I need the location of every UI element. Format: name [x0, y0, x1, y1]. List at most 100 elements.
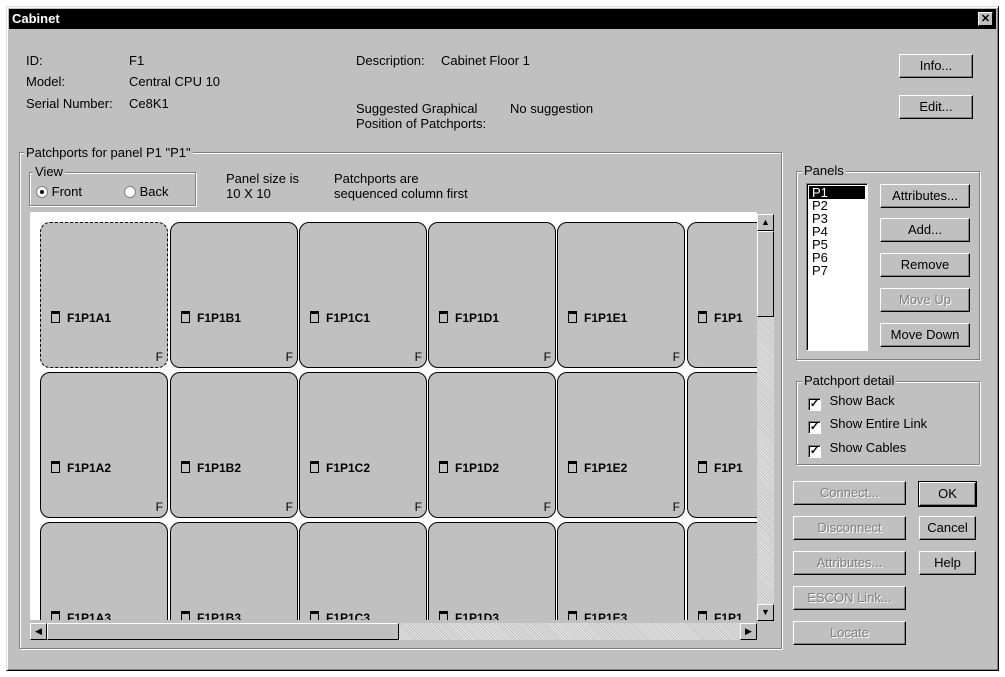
info-button-label: Info... — [919, 58, 953, 73]
panel-attributes-button[interactable]: Attributes... — [880, 184, 970, 208]
patchport-cell[interactable]: F1P1C3 — [299, 522, 427, 620]
panel-move-up-label: Move Up — [898, 292, 952, 307]
patchport-cell[interactable]: F1P1C2 F — [299, 372, 427, 518]
sequence-text-line2: sequenced column first — [334, 186, 468, 201]
patchport-cell[interactable]: F1P1A1 F — [40, 222, 168, 368]
patchport-icon — [439, 461, 448, 473]
scroll-up-icon[interactable]: ▲ — [757, 214, 774, 231]
front-flag: F — [285, 500, 293, 514]
scroll-left-icon[interactable]: ◀ — [30, 623, 47, 640]
patchport-icon — [698, 311, 707, 323]
panel-move-down-button[interactable]: Move Down — [880, 323, 970, 347]
patchport-label: F1P1E1 — [568, 311, 627, 325]
patchport-label: F1P1B3 — [181, 611, 241, 620]
scroll-right-icon[interactable]: ▶ — [740, 623, 757, 640]
patchport-cell[interactable]: F1P1E1 F — [557, 222, 685, 368]
horizontal-scroll-thumb[interactable] — [47, 623, 399, 640]
close-icon: ✕ — [980, 13, 991, 25]
view-front-label: Front — [51, 184, 82, 199]
disconnect-button[interactable]: Disconnect — [793, 516, 906, 540]
show-entire-link-checkbox[interactable]: ✓ Show Entire Link — [808, 416, 927, 434]
escon-link-button[interactable]: ESCON Link... — [793, 586, 906, 610]
window-title: Cabinet — [12, 11, 60, 26]
patchport-icon — [51, 311, 60, 323]
panel-size-text-line2: 10 X 10 — [226, 186, 271, 201]
cancel-button[interactable]: Cancel — [919, 516, 976, 540]
patchport-cell[interactable]: F1P1 — [687, 222, 757, 368]
patchport-cell[interactable]: F1P1D1 F — [428, 222, 556, 368]
attributes-button[interactable]: Attributes... — [793, 551, 906, 575]
vertical-scrollbar[interactable]: ▲ ▼ — [757, 214, 774, 621]
edit-button-label: Edit... — [919, 99, 953, 114]
panel-attributes-label: Attributes... — [892, 188, 958, 203]
suggested-position-value: No suggestion — [510, 101, 594, 116]
ok-button[interactable]: OK — [918, 481, 977, 507]
patchport-cell[interactable]: F1P1 — [687, 522, 757, 620]
front-flag: F — [414, 350, 422, 364]
title-bar[interactable]: Cabinet ✕ — [9, 9, 996, 29]
vertical-scroll-thumb[interactable] — [757, 231, 774, 317]
locate-button[interactable]: Locate — [793, 621, 906, 645]
suggested-position-label-line1: Suggested Graphical — [356, 101, 478, 116]
patchport-label: F1P1 — [698, 461, 743, 475]
panel-remove-button[interactable]: Remove — [880, 253, 970, 277]
patchport-icon — [568, 611, 577, 620]
patchport-cell[interactable]: F1P1C1 F — [299, 222, 427, 368]
description-value: Cabinet Floor 1 — [441, 53, 530, 68]
scroll-down-icon[interactable]: ▼ — [757, 604, 774, 621]
patchport-cell[interactable]: F1P1D2 F — [428, 372, 556, 518]
patchport-icon — [439, 311, 448, 323]
front-flag: F — [414, 500, 422, 514]
locate-label: Locate — [829, 625, 870, 640]
patchport-cell[interactable]: F1P1E3 — [557, 522, 685, 620]
patchport-icon — [181, 461, 190, 473]
patchport-cell[interactable]: F1P1 — [687, 372, 757, 518]
patchport-icon — [181, 611, 190, 620]
panel-remove-label: Remove — [900, 257, 950, 272]
connect-button[interactable]: Connect... — [793, 481, 906, 505]
view-back-radio[interactable]: Back — [124, 184, 169, 199]
show-cables-label: Show Cables — [829, 440, 907, 455]
patchport-icon — [698, 611, 707, 620]
panel-move-up-button[interactable]: Move Up — [880, 288, 970, 312]
patchport-icon — [51, 461, 60, 473]
id-label: ID: — [26, 53, 43, 68]
view-front-radio[interactable]: Front — [36, 184, 82, 199]
view-back-label: Back — [139, 184, 169, 199]
patchport-detail-group-title: Patchport detail — [802, 373, 897, 388]
patchport-cell[interactable]: F1P1A2 F — [40, 372, 168, 518]
edit-button[interactable]: Edit... — [899, 95, 973, 119]
patchport-label: F1P1D1 — [439, 311, 499, 325]
serial-number-value: Ce8K1 — [129, 96, 169, 111]
patchport-label: F1P1A1 — [51, 311, 111, 325]
serial-number-label: Serial Number: — [26, 96, 113, 111]
show-cables-checkbox[interactable]: ✓ Show Cables — [808, 440, 906, 458]
patchport-cell[interactable]: F1P1E2 F — [557, 372, 685, 518]
patchport-label: F1P1C1 — [310, 311, 370, 325]
patchport-cell[interactable]: F1P1A3 — [40, 522, 168, 620]
front-flag: F — [155, 350, 163, 364]
panels-group-title: Panels — [802, 163, 846, 178]
patchport-cell[interactable]: F1P1D3 — [428, 522, 556, 620]
ok-label: OK — [938, 486, 957, 501]
list-item[interactable]: P7 — [809, 264, 865, 277]
panel-add-button[interactable]: Add... — [880, 218, 970, 242]
patchport-cell[interactable]: F1P1B1 F — [170, 222, 298, 368]
show-back-checkbox[interactable]: ✓ Show Back — [808, 393, 895, 411]
patchport-label: F1P1E3 — [568, 611, 627, 620]
show-entire-link-label: Show Entire Link — [829, 416, 928, 431]
patchport-grid: F1P1A1 F F1P1B1 F F1P1C1 F F1P1D1 F F1P1… — [30, 212, 757, 620]
radio-selected-icon — [36, 186, 48, 198]
patchport-cell[interactable]: F1P1B2 F — [170, 372, 298, 518]
info-button[interactable]: Info... — [899, 54, 973, 78]
patchport-cell[interactable]: F1P1B3 — [170, 522, 298, 620]
help-button[interactable]: Help — [919, 551, 976, 575]
panels-listbox[interactable]: P1 P2 P3 P4 P5 P6 P7 — [806, 183, 868, 351]
front-flag: F — [672, 350, 680, 364]
horizontal-scrollbar[interactable]: ◀ ▶ — [30, 623, 757, 640]
front-flag: F — [155, 500, 163, 514]
patchport-icon — [698, 461, 707, 473]
close-button[interactable]: ✕ — [978, 12, 993, 26]
escon-link-label: ESCON Link... — [807, 590, 892, 605]
patchport-icon — [310, 461, 319, 473]
